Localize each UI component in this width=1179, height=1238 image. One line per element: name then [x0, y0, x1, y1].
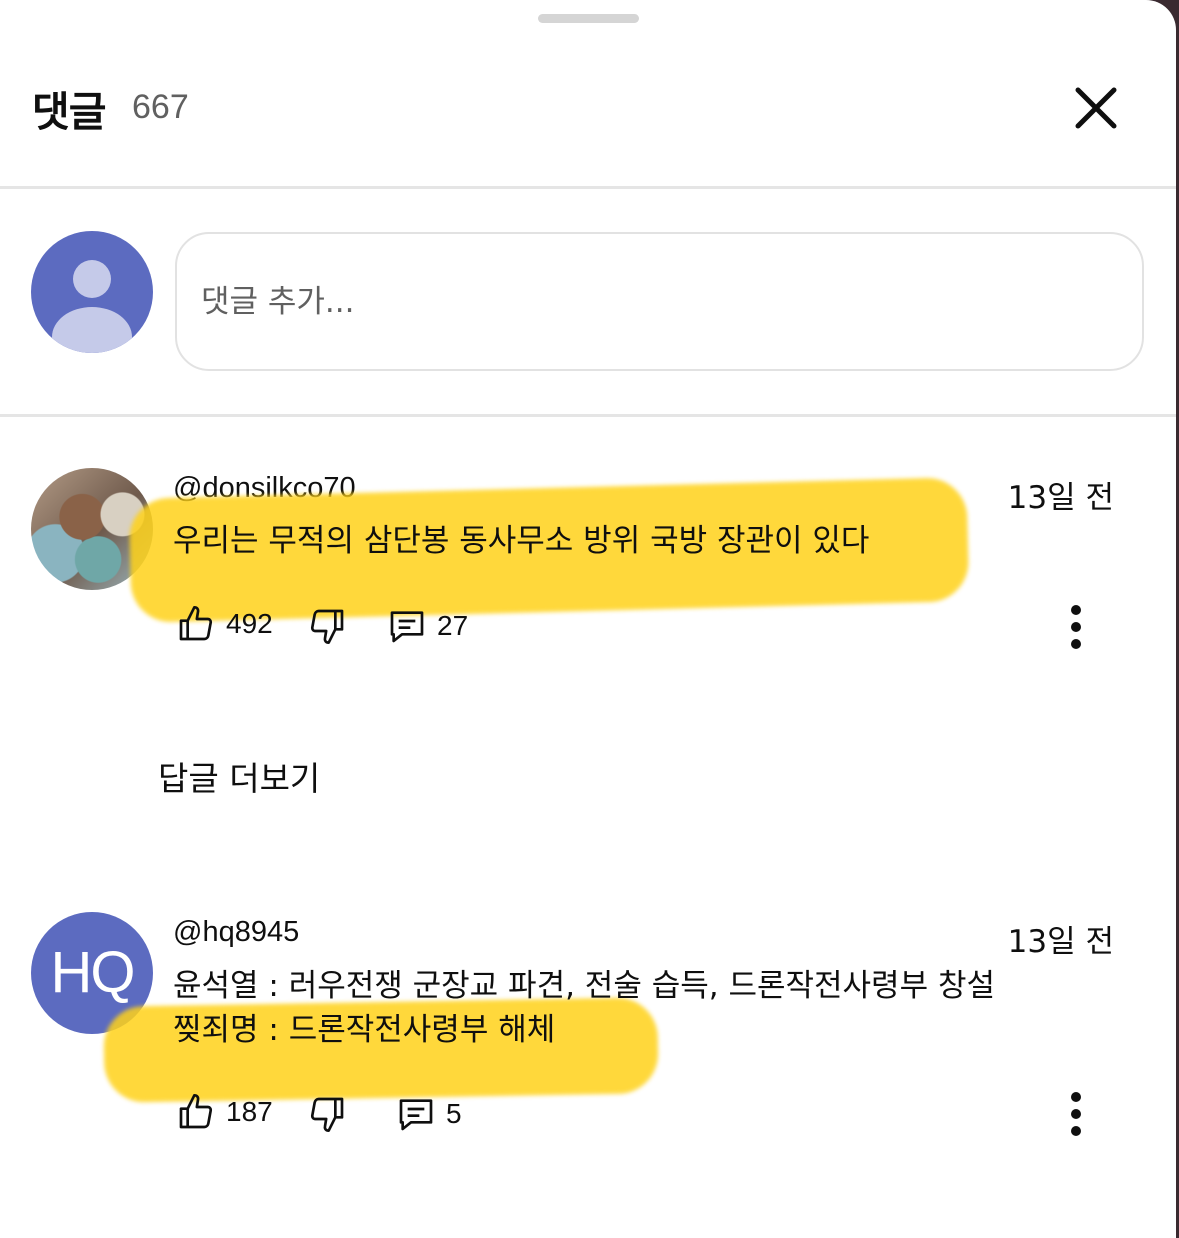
comments-sheet: 댓글 667 @donsilkco70 13일 전 우리는 무적의 삼단봉 동사…	[0, 0, 1176, 1238]
more-options-icon[interactable]	[1061, 605, 1091, 655]
panel-title: 댓글	[32, 88, 106, 136]
thumbs-down-icon	[310, 609, 344, 644]
reply-count: 27	[437, 610, 469, 641]
dislike-button[interactable]	[307, 1094, 347, 1134]
comment-icon	[399, 1099, 433, 1131]
thumbs-up-icon	[179, 1094, 213, 1129]
comment-time: 13일 전	[1007, 924, 1114, 960]
comment-count: 667	[132, 88, 189, 126]
reply-button[interactable]: 27	[387, 606, 468, 646]
comment-input-box[interactable]	[175, 232, 1144, 371]
comment-text-line: 윤석열 : 러우전쟁 군장교 파견, 전술 습득, 드론작전사령부 창설	[173, 968, 995, 1004]
thumbs-down-icon	[310, 1097, 344, 1132]
thumbs-up-icon	[179, 606, 213, 641]
comment-text-line: 찢죄명 : 드론작전사령부 해체	[173, 1012, 556, 1048]
more-options-icon[interactable]	[1061, 1092, 1091, 1142]
drag-handle[interactable]	[538, 14, 639, 23]
comment-input[interactable]	[199, 276, 1103, 328]
composer-divider	[0, 414, 1176, 417]
like-count: 187	[226, 1096, 273, 1127]
like-button[interactable]: 187	[176, 1092, 273, 1132]
like-count: 492	[226, 608, 273, 639]
header-divider	[0, 186, 1176, 189]
close-icon[interactable]	[1066, 78, 1126, 138]
comment-text-line: 우리는 무적의 삼단봉 동사무소 방위 국방 장관이 있다	[173, 523, 870, 559]
dislike-button[interactable]	[307, 606, 347, 646]
reply-count: 5	[446, 1098, 462, 1129]
user-avatar	[31, 231, 153, 353]
reply-button[interactable]: 5	[396, 1094, 462, 1134]
more-replies-link[interactable]: 답글 더보기	[158, 752, 320, 800]
like-button[interactable]: 492	[176, 604, 273, 644]
comment-author[interactable]: @hq8945	[173, 916, 299, 949]
comment-time: 13일 전	[1007, 480, 1114, 516]
comment-icon	[390, 611, 424, 643]
